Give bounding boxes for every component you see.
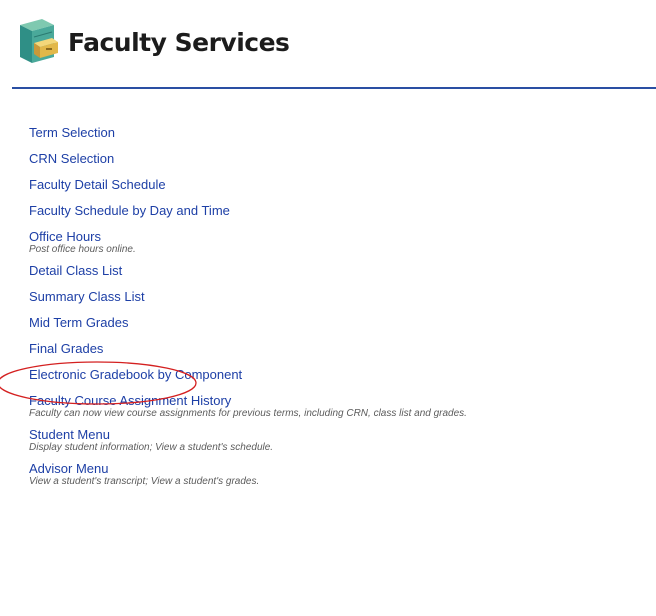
menu-item: Faculty Course Assignment History Faculty… bbox=[29, 388, 656, 420]
menu-item: Advisor Menu View a student's transcript;… bbox=[29, 456, 656, 488]
menu-item-description: View a student's transcript; View a stud… bbox=[29, 476, 260, 487]
page-header: Faculty Services bbox=[12, 14, 290, 70]
menu-link-faculty-schedule-by-day-and-time[interactable]: Faculty Schedule by Day and Time bbox=[29, 198, 656, 224]
menu-item-description: Display student information; View a stud… bbox=[29, 442, 274, 453]
menu-item: Electronic Gradebook by Component bbox=[29, 362, 656, 388]
file-cabinet-icon bbox=[20, 19, 58, 63]
header-divider bbox=[12, 87, 656, 89]
menu-link-detail-class-list[interactable]: Detail Class List bbox=[29, 258, 656, 284]
menu-link-term-selection[interactable]: Term Selection bbox=[29, 120, 656, 146]
menu-item-description: Post office hours online. bbox=[29, 244, 136, 255]
menu-item: Office Hours Post office hours online. bbox=[29, 224, 656, 256]
menu-item: CRN Selection bbox=[29, 146, 656, 172]
menu-item: Detail Class List bbox=[29, 258, 656, 284]
menu-link-faculty-detail-schedule[interactable]: Faculty Detail Schedule bbox=[29, 172, 656, 198]
menu-link-final-grades[interactable]: Final Grades bbox=[29, 336, 656, 362]
menu-item-description: Faculty can now view course assignments … bbox=[29, 408, 467, 419]
menu-item: Summary Class List bbox=[29, 284, 656, 310]
menu-link-mid-term-grades[interactable]: Mid Term Grades bbox=[29, 310, 656, 336]
faculty-services-menu: Term Selection CRN Selection Faculty Detai… bbox=[29, 120, 656, 490]
menu-item: Student Menu Display student information;… bbox=[29, 422, 656, 454]
menu-item: Term Selection bbox=[29, 120, 656, 146]
menu-item: Faculty Schedule by Day and Time bbox=[29, 198, 656, 224]
menu-item: Mid Term Grades bbox=[29, 310, 656, 336]
menu-link-crn-selection[interactable]: CRN Selection bbox=[29, 146, 656, 172]
menu-link-electronic-gradebook-by-component[interactable]: Electronic Gradebook by Component bbox=[29, 362, 656, 388]
page-title: Faculty Services bbox=[68, 27, 290, 57]
menu-item: Faculty Detail Schedule bbox=[29, 172, 656, 198]
menu-link-summary-class-list[interactable]: Summary Class List bbox=[29, 284, 656, 310]
menu-item: Final Grades bbox=[29, 336, 656, 362]
